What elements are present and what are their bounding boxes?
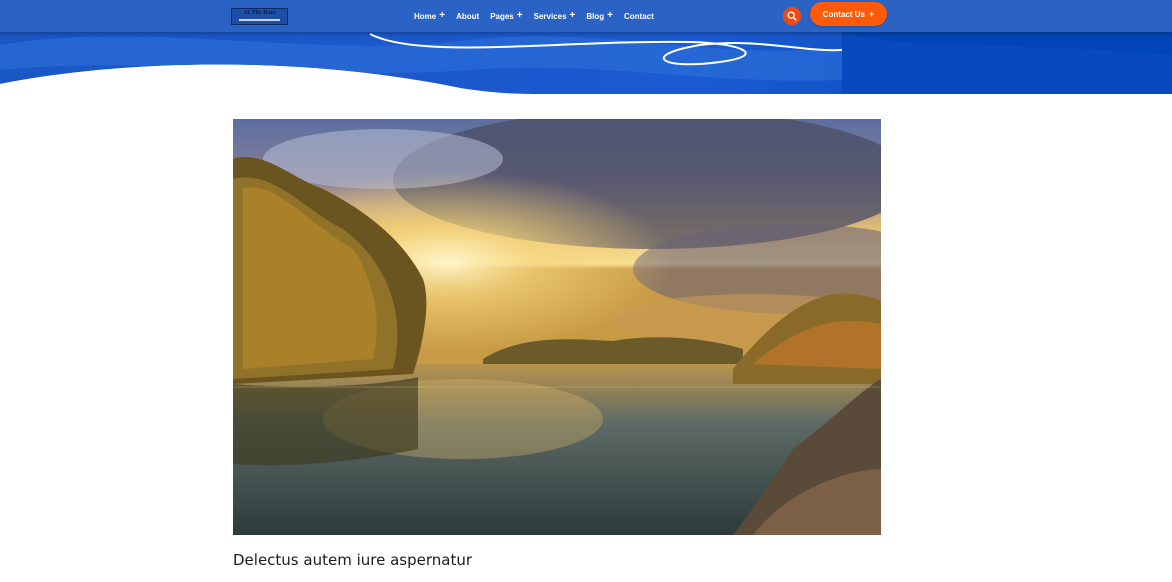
nav-item-blog[interactable]: Blog + (586, 10, 613, 21)
plus-icon: + (516, 10, 523, 21)
nav-item-label: Contact (624, 11, 654, 21)
featured-image (233, 119, 881, 535)
nav-item-label: Pages (490, 11, 514, 21)
main-nav: Home + About Pages + Services + Blog + C… (414, 0, 665, 32)
nav-item-label: Home (414, 11, 437, 21)
nav-item-pages[interactable]: Pages + (490, 10, 523, 21)
nav-item-label: About (456, 11, 480, 21)
nav-item-contact[interactable]: Contact (624, 12, 654, 21)
plus-icon: + (868, 9, 875, 19)
nav-item-services[interactable]: Services + (533, 10, 576, 21)
search-button[interactable] (783, 7, 801, 25)
search-icon (787, 11, 797, 21)
site-logo[interactable]: At The Rate (231, 8, 288, 25)
nav-item-about[interactable]: About (456, 12, 479, 21)
plus-icon: + (439, 10, 446, 21)
top-navbar: At The Rate Home + About Pages + Service… (0, 0, 1172, 32)
plus-icon: + (569, 10, 576, 21)
contact-us-button[interactable]: Contact Us + (810, 2, 887, 26)
nav-item-label: Blog (586, 11, 605, 21)
nav-item-home[interactable]: Home + (414, 10, 446, 21)
contact-us-label: Contact Us (822, 9, 865, 19)
plus-icon: + (607, 10, 613, 21)
logo-tagline-bar (239, 19, 280, 21)
post-title: Delectus autem iure aspernatur (233, 551, 473, 569)
logo-text: At The Rate (243, 10, 276, 16)
nav-item-label: Services (533, 11, 567, 21)
